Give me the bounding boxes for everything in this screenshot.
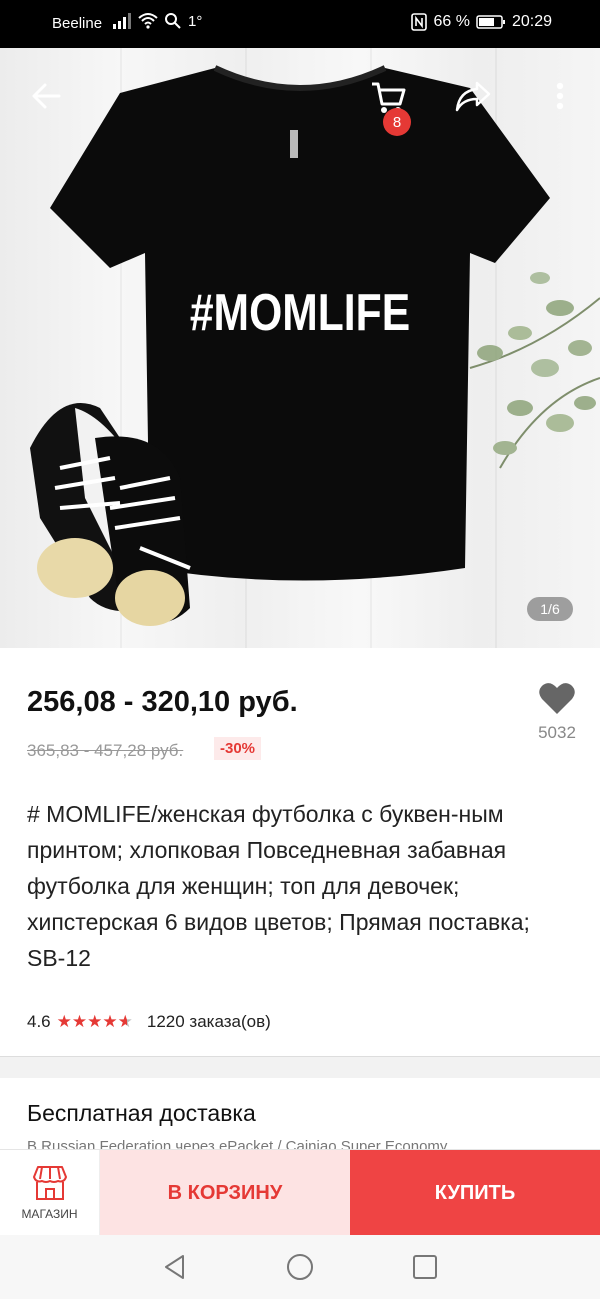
wishlist-count: 5032 xyxy=(538,723,576,742)
old-price-range: 365,83 - 457,28 руб. xyxy=(27,741,184,760)
nfc-icon xyxy=(411,13,428,31)
status-bar: Beeline 1° 66 % 20:29 xyxy=(0,0,600,48)
star-icon: ★ xyxy=(87,1012,103,1031)
nav-home-icon[interactable] xyxy=(285,1252,315,1282)
battery-percent: 66 % xyxy=(433,13,470,30)
bottom-action-bar: МАГАЗИН В КОРЗИНУ КУПИТЬ xyxy=(0,1149,600,1236)
product-image xyxy=(30,65,600,626)
status-left-icons: 1° xyxy=(112,12,202,30)
share-icon xyxy=(455,81,491,112)
rating-stars: ★ ★ ★ ★ ★ xyxy=(57,1012,133,1032)
nav-back-icon[interactable] xyxy=(161,1253,189,1281)
star-half-icon: ★ xyxy=(117,1012,133,1031)
product-title: # MOMLIFE/женская футболка с буквен-ным … xyxy=(27,801,530,971)
battery-icon xyxy=(476,15,505,29)
status-right: 66 % 20:29 xyxy=(411,13,552,31)
star-icon: ★ xyxy=(56,1012,72,1031)
orders-count: 1220 заказа(ов) xyxy=(146,1012,271,1031)
heart-icon xyxy=(539,683,575,714)
store-icon xyxy=(32,1166,67,1200)
share-button[interactable] xyxy=(450,73,496,119)
star-icon: ★ xyxy=(102,1012,118,1031)
signal-icon xyxy=(113,13,131,29)
shirt-print-text: #MOMLIFE xyxy=(189,284,411,342)
search-icon xyxy=(165,13,181,29)
price-range: 256,08 - 320,10 руб. xyxy=(27,686,298,718)
back-button[interactable] xyxy=(26,76,66,116)
store-label: МАГАЗИН xyxy=(21,1207,78,1221)
buy-now-button[interactable]: КУПИТЬ xyxy=(350,1150,600,1236)
star-icon: ★ xyxy=(71,1012,88,1031)
store-button[interactable]: МАГАЗИН xyxy=(0,1150,100,1236)
product-image-gallery[interactable]: #MOMLIFE 8 1/6 xyxy=(0,48,600,648)
nav-recents-icon[interactable] xyxy=(411,1253,439,1281)
image-counter: 1/6 xyxy=(527,597,573,621)
carrier-name: Beeline xyxy=(52,15,103,32)
cart-count-badge: 8 xyxy=(383,108,411,136)
wishlist-button[interactable]: 5032 xyxy=(530,681,584,743)
rating-value: 4.6 xyxy=(27,1012,51,1031)
clock: 20:29 xyxy=(511,13,552,30)
temperature: 1° xyxy=(188,12,203,30)
rating-row[interactable]: 4.6 ★ ★ ★ ★ ★ 1220 заказа(ов) xyxy=(27,1012,271,1032)
system-nav-bar xyxy=(0,1235,600,1299)
wifi-icon xyxy=(138,13,158,29)
back-arrow-icon xyxy=(32,83,61,109)
more-options-button[interactable] xyxy=(545,73,575,119)
section-divider xyxy=(0,1056,600,1078)
add-to-cart-button[interactable]: В КОРЗИНУ xyxy=(100,1150,350,1236)
discount-badge: -30% xyxy=(214,737,262,760)
shipping-title[interactable]: Бесплатная доставка xyxy=(27,1100,256,1127)
more-vert-icon xyxy=(556,82,564,110)
